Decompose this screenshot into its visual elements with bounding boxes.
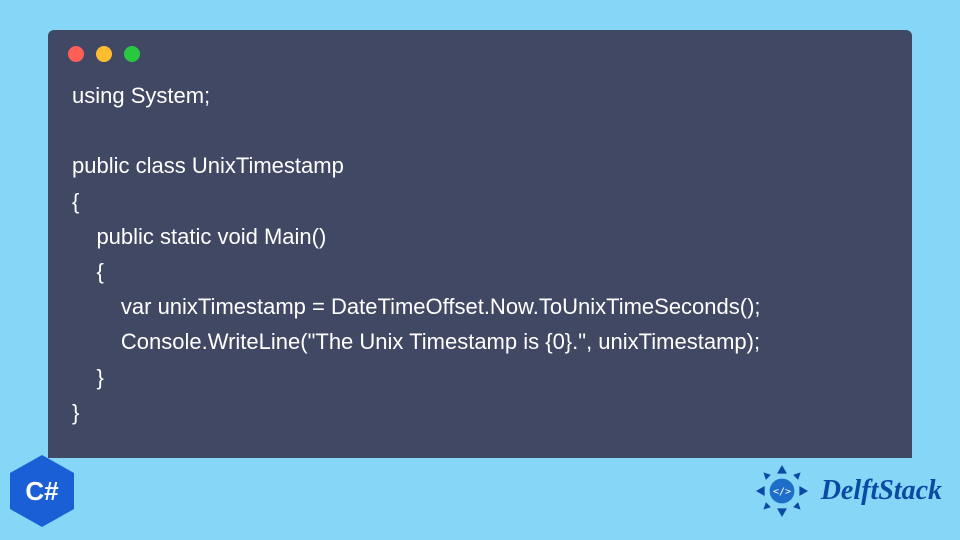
maximize-icon <box>124 46 140 62</box>
hexagon-icon: C# <box>10 455 74 527</box>
window-titlebar <box>48 30 912 72</box>
language-badge: C# <box>10 455 74 527</box>
footer: C# </> <box>0 450 960 540</box>
close-icon <box>68 46 84 62</box>
brand-name: DelftStack <box>821 475 942 507</box>
code-window: using System; public class UnixTimestamp… <box>48 30 912 458</box>
minimize-icon <box>96 46 112 62</box>
svg-text:</>: </> <box>773 487 791 498</box>
language-label: C# <box>25 476 58 507</box>
brand-logo-icon: </> <box>751 460 813 522</box>
code-block: using System; public class UnixTimestamp… <box>48 72 912 438</box>
brand: </> DelftStack <box>751 460 942 522</box>
